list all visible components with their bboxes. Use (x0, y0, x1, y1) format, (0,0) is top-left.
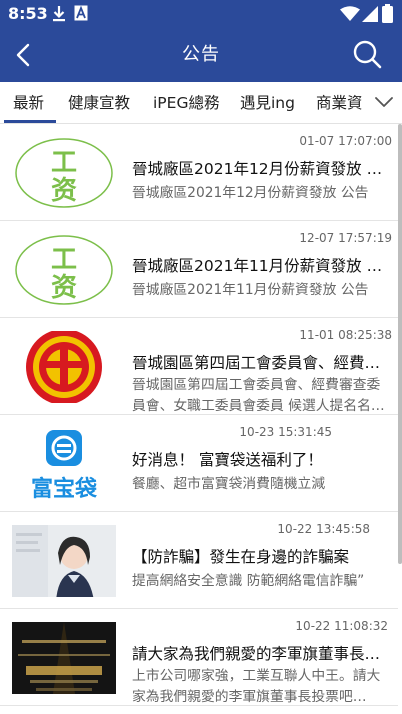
news-list[interactable]: 工 资 01-07 17:07:00 晉城廠區2021年12月份薪資發放 公告 … (0, 124, 402, 714)
news-summary: 晉城廠區2021年11月份薪資發放 公告 (132, 282, 369, 298)
news-summary: 晉城園區第四屆工會委員會、經費審查委員會、女職工委員會委員 候選人提名名… (132, 377, 385, 414)
more-tabs-button[interactable] (366, 82, 402, 123)
signal-icon (362, 6, 378, 26)
thumb-logo-text: 富宝袋 (31, 476, 98, 500)
search-button[interactable] (352, 38, 384, 72)
news-thumbnail: 富宝袋 (12, 428, 116, 500)
news-thumbnail (12, 622, 116, 694)
news-item[interactable]: 10-22 11:08:32 請大家為我們親愛的李軍旗董事長投… 上市公司哪家強… (0, 609, 398, 706)
news-summary: 提高網絡安全意識 防範網絡電信詐騙” (132, 573, 365, 589)
news-summary: 晉城廠區2021年12月份薪資發放 公告 (132, 185, 369, 201)
status-time: 8:53 (8, 4, 48, 23)
news-item[interactable]: 11-01 08:25:38 晉城園區第四屆工會委員會、經費審… 晉城園區第四屆… (0, 318, 398, 415)
tab-ipeg-general-affairs[interactable]: iPEG總務 (153, 82, 219, 123)
news-item[interactable]: 富宝袋 10-23 15:31:45 好消息！ 富寶袋送福利了！ 餐廳、超市富寶… (0, 415, 398, 512)
award-banner-photo (12, 622, 116, 694)
thumb-char: 资 (51, 273, 77, 303)
page-title: 公告 (182, 44, 220, 65)
news-thumbnail: 工 资 (12, 234, 116, 306)
app-bar: 公告 (0, 28, 402, 82)
news-thumbnail: 工 资 (12, 137, 116, 209)
news-summary: 上市公司哪家強，工業互聯人中王。請大家為我們親愛的李軍旗董事長投票吧… (132, 668, 381, 705)
news-time: 10-23 15:31:45 (239, 425, 332, 439)
tab-health-education[interactable]: 健康宣教 (68, 82, 130, 123)
active-tab-indicator (4, 120, 56, 123)
list-scrollbar[interactable] (398, 124, 402, 564)
news-title: 好消息！ 富寶袋送福利了！ (132, 451, 323, 469)
salary-badge-icon: 工 资 (15, 235, 113, 305)
thumb-char: 工 (51, 245, 77, 275)
wifi-icon (340, 6, 360, 26)
news-item[interactable]: 10-22 13:45:58 【防詐騙】發生在身邊的詐騙案 提高網絡安全意識 防… (0, 512, 398, 609)
trade-union-emblem-icon (26, 331, 102, 403)
news-time: 12-07 17:57:19 (299, 231, 392, 245)
salary-badge-icon: 工 资 (15, 138, 113, 208)
tab-meet-ing[interactable]: 遇見ing (240, 82, 295, 123)
chevron-left-icon (16, 43, 30, 67)
news-title: 請大家為我們親愛的李軍旗董事長投… (132, 645, 394, 663)
news-time: 10-22 13:45:58 (277, 522, 370, 536)
news-item[interactable]: 工 资 01-07 17:07:00 晉城廠區2021年12月份薪資發放 公告 … (0, 124, 398, 221)
status-bar: 8:53 (0, 0, 402, 28)
news-thumbnail (12, 525, 116, 597)
news-title: 【防詐騙】發生在身邊的詐騙案 (132, 548, 350, 566)
tab-business-info[interactable]: 商業資 (316, 82, 363, 123)
thumb-char: 工 (51, 148, 77, 178)
police-officer-photo (12, 525, 116, 597)
news-thumbnail (12, 331, 116, 403)
news-time: 10-22 11:08:32 (295, 619, 388, 633)
font-a-icon (74, 5, 88, 25)
chevron-down-icon (375, 97, 393, 107)
tab-latest[interactable]: 最新 (13, 82, 44, 123)
fubaodai-logo-icon: 富宝袋 (31, 430, 98, 500)
battery-icon (382, 4, 393, 27)
tabs-scroll[interactable]: 最新 健康宣教 iPEG總務 遇見ing 商業資 (0, 82, 366, 123)
news-title: 晉城廠區2021年12月份薪資發放 公告 (132, 160, 394, 178)
news-item[interactable]: 工 资 12-07 17:57:19 晉城廠區2021年11月份薪資發放 公告 … (0, 221, 398, 318)
news-summary: 餐廳、超市富寶袋消費隨機立減 (132, 476, 326, 492)
back-button[interactable] (6, 36, 42, 74)
news-time: 11-01 08:25:38 (299, 328, 392, 342)
thumb-char: 资 (51, 176, 77, 206)
tab-bar: 最新 健康宣教 iPEG總務 遇見ing 商業資 (0, 82, 402, 124)
search-icon (353, 40, 382, 69)
download-icon (52, 5, 66, 27)
news-title: 晉城廠區2021年11月份薪資發放 公告 (132, 257, 394, 275)
news-time: 01-07 17:07:00 (299, 134, 392, 148)
news-title: 晉城園區第四屆工會委員會、經費審… (132, 354, 394, 372)
